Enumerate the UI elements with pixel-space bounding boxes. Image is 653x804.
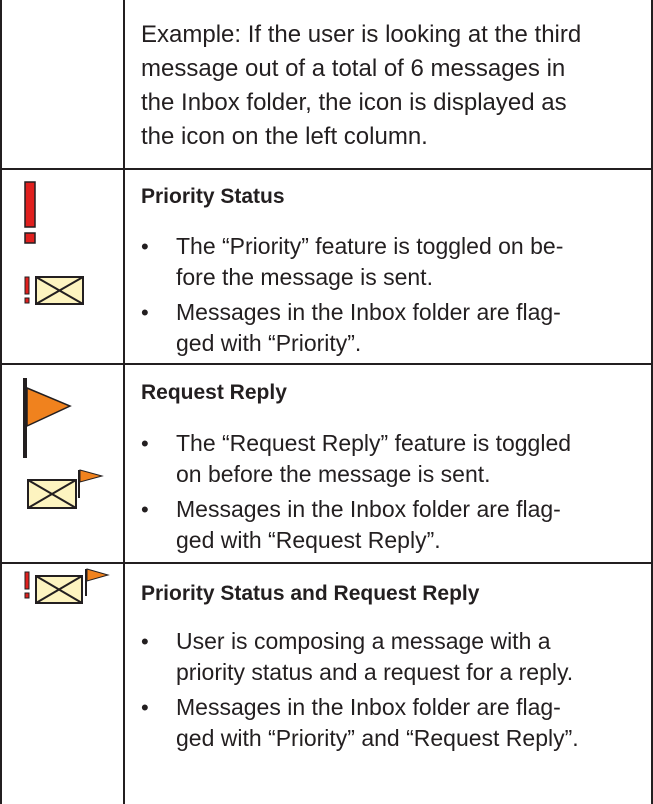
priority-exclamation-icon <box>24 181 36 244</box>
request-reply-flag-icon <box>23 378 72 458</box>
bullet-line: fore the message is sent. <box>176 264 433 290</box>
priority-request-reply-envelope-icon <box>24 568 110 604</box>
bullet-line: Messages in the Inbox folder are flag- <box>176 496 561 522</box>
row-divider <box>0 168 651 170</box>
bullet-line: ged with “Request Reply”. <box>176 527 441 553</box>
priority-envelope-icon <box>24 276 84 305</box>
bullet-marker: • <box>141 234 149 259</box>
bullet-marker: • <box>141 629 149 654</box>
bullet-line: ged with “Priority”. <box>176 330 362 356</box>
row-title: Priority Status and Request Reply <box>141 582 480 605</box>
bullet-line: User is composing a message with a <box>176 628 551 654</box>
row-title: Request Reply <box>141 381 287 404</box>
bullet-marker: • <box>141 695 149 720</box>
intro-line: the icon on the left column. <box>141 123 428 150</box>
column-divider <box>123 0 125 804</box>
bullet-line: priority status and a request for a repl… <box>176 659 574 685</box>
bullet-line: The “Priority” feature is toggled on be- <box>176 233 564 259</box>
intro-line: Example: If the user is looking at the t… <box>141 21 582 48</box>
bullet-marker: • <box>141 431 149 456</box>
bullet-marker: • <box>141 300 149 325</box>
table-left-border <box>0 0 2 804</box>
row-divider <box>0 562 651 564</box>
row-title: Priority Status <box>141 185 285 208</box>
intro-line: message out of a total of 6 messages in <box>141 55 566 82</box>
bullet-line: on before the message is sent. <box>176 461 491 487</box>
bullet-line: Messages in the Inbox folder are flag- <box>176 694 561 720</box>
bullet-marker: • <box>141 497 149 522</box>
bullet-line: Messages in the Inbox folder are flag- <box>176 299 561 325</box>
bullet-line: The “Request Reply” feature is toggled <box>176 430 572 456</box>
request-reply-envelope-icon <box>27 469 104 509</box>
intro-line: the Inbox folder, the icon is displayed … <box>141 89 567 116</box>
row-divider <box>0 363 651 365</box>
bullet-line: ged with “Priority” and “Request Reply”. <box>176 725 579 751</box>
